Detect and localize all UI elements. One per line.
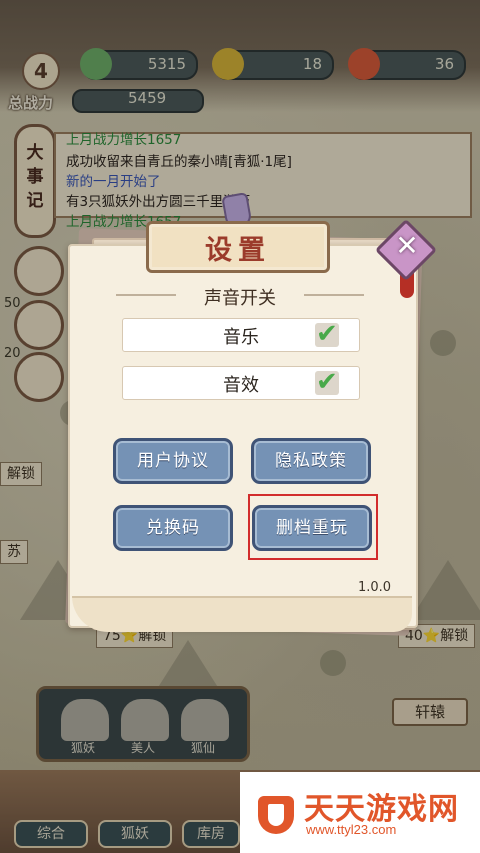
watermark-url: www.ttyl23.com bbox=[306, 822, 397, 837]
sfx-checkbox[interactable]: ✔ bbox=[315, 367, 339, 397]
music-toggle-row[interactable]: 音乐 ✔ bbox=[122, 318, 360, 352]
watermark-logo-inner bbox=[268, 804, 284, 826]
check-icon: ✔ bbox=[316, 319, 338, 349]
check-icon: ✔ bbox=[316, 367, 338, 397]
user-agreement-button[interactable]: 用户协议 bbox=[113, 438, 233, 484]
music-checkbox[interactable]: ✔ bbox=[315, 319, 339, 349]
redeem-code-button[interactable]: 兑换码 bbox=[113, 505, 233, 551]
dialog-title-plate: 设置 bbox=[146, 221, 330, 273]
close-icon[interactable]: ✕ bbox=[390, 229, 424, 263]
version-text: 1.0.0 bbox=[358, 580, 392, 595]
highlight-box bbox=[248, 494, 378, 560]
sfx-toggle-row[interactable]: 音效 ✔ bbox=[122, 366, 360, 400]
sound-section-heading: 声音开关 bbox=[204, 288, 276, 309]
dialog-title: 设置 bbox=[205, 235, 271, 266]
privacy-policy-button[interactable]: 隐私政策 bbox=[251, 438, 371, 484]
dialog-page-curl bbox=[72, 596, 412, 632]
